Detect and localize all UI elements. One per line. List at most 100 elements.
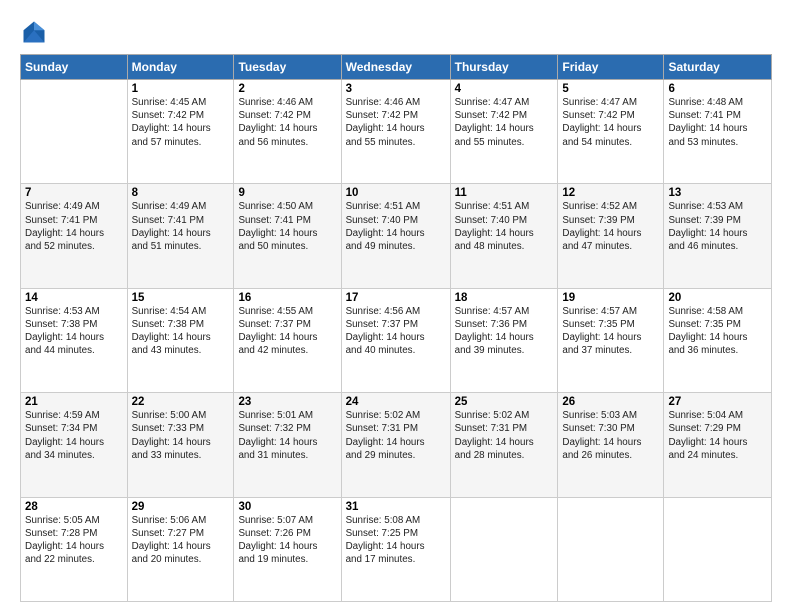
header bbox=[20, 18, 772, 46]
day-info: Sunrise: 4:47 AMSunset: 7:42 PMDaylight:… bbox=[562, 96, 659, 149]
day-cell: 10Sunrise: 4:51 AMSunset: 7:40 PMDayligh… bbox=[341, 184, 450, 288]
day-cell: 2Sunrise: 4:46 AMSunset: 7:42 PMDaylight… bbox=[234, 80, 341, 184]
day-cell: 19Sunrise: 4:57 AMSunset: 7:35 PMDayligh… bbox=[558, 288, 664, 392]
day-cell: 12Sunrise: 4:52 AMSunset: 7:39 PMDayligh… bbox=[558, 184, 664, 288]
day-info: Sunrise: 5:02 AMSunset: 7:31 PMDaylight:… bbox=[346, 409, 446, 462]
day-cell: 9Sunrise: 4:50 AMSunset: 7:41 PMDaylight… bbox=[234, 184, 341, 288]
day-number: 12 bbox=[562, 187, 659, 199]
week-row-2: 7Sunrise: 4:49 AMSunset: 7:41 PMDaylight… bbox=[21, 184, 772, 288]
day-cell: 1Sunrise: 4:45 AMSunset: 7:42 PMDaylight… bbox=[127, 80, 234, 184]
day-info: Sunrise: 4:57 AMSunset: 7:35 PMDaylight:… bbox=[562, 305, 659, 358]
day-cell: 30Sunrise: 5:07 AMSunset: 7:26 PMDayligh… bbox=[234, 497, 341, 601]
day-number: 8 bbox=[132, 187, 230, 199]
day-info: Sunrise: 4:53 AMSunset: 7:38 PMDaylight:… bbox=[25, 305, 123, 358]
day-cell: 5Sunrise: 4:47 AMSunset: 7:42 PMDaylight… bbox=[558, 80, 664, 184]
day-info: Sunrise: 5:05 AMSunset: 7:28 PMDaylight:… bbox=[25, 514, 123, 567]
day-info: Sunrise: 4:51 AMSunset: 7:40 PMDaylight:… bbox=[346, 200, 446, 253]
week-row-3: 14Sunrise: 4:53 AMSunset: 7:38 PMDayligh… bbox=[21, 288, 772, 392]
day-cell bbox=[664, 497, 772, 601]
day-number: 27 bbox=[668, 396, 767, 408]
day-number: 24 bbox=[346, 396, 446, 408]
day-cell bbox=[21, 80, 128, 184]
day-cell: 27Sunrise: 5:04 AMSunset: 7:29 PMDayligh… bbox=[664, 393, 772, 497]
day-cell: 11Sunrise: 4:51 AMSunset: 7:40 PMDayligh… bbox=[450, 184, 558, 288]
day-info: Sunrise: 4:55 AMSunset: 7:37 PMDaylight:… bbox=[238, 305, 336, 358]
day-number: 18 bbox=[455, 292, 554, 304]
day-number: 3 bbox=[346, 83, 446, 95]
day-cell: 14Sunrise: 4:53 AMSunset: 7:38 PMDayligh… bbox=[21, 288, 128, 392]
day-cell: 24Sunrise: 5:02 AMSunset: 7:31 PMDayligh… bbox=[341, 393, 450, 497]
day-number: 9 bbox=[238, 187, 336, 199]
day-cell: 13Sunrise: 4:53 AMSunset: 7:39 PMDayligh… bbox=[664, 184, 772, 288]
day-info: Sunrise: 4:49 AMSunset: 7:41 PMDaylight:… bbox=[132, 200, 230, 253]
day-cell bbox=[450, 497, 558, 601]
day-number: 22 bbox=[132, 396, 230, 408]
day-info: Sunrise: 5:06 AMSunset: 7:27 PMDaylight:… bbox=[132, 514, 230, 567]
day-header-sunday: Sunday bbox=[21, 55, 128, 80]
day-info: Sunrise: 4:46 AMSunset: 7:42 PMDaylight:… bbox=[238, 96, 336, 149]
day-number: 7 bbox=[25, 187, 123, 199]
day-info: Sunrise: 4:50 AMSunset: 7:41 PMDaylight:… bbox=[238, 200, 336, 253]
day-number: 1 bbox=[132, 83, 230, 95]
day-cell: 26Sunrise: 5:03 AMSunset: 7:30 PMDayligh… bbox=[558, 393, 664, 497]
day-cell: 18Sunrise: 4:57 AMSunset: 7:36 PMDayligh… bbox=[450, 288, 558, 392]
day-cell: 8Sunrise: 4:49 AMSunset: 7:41 PMDaylight… bbox=[127, 184, 234, 288]
day-cell: 20Sunrise: 4:58 AMSunset: 7:35 PMDayligh… bbox=[664, 288, 772, 392]
day-number: 23 bbox=[238, 396, 336, 408]
day-header-saturday: Saturday bbox=[664, 55, 772, 80]
day-cell: 17Sunrise: 4:56 AMSunset: 7:37 PMDayligh… bbox=[341, 288, 450, 392]
day-info: Sunrise: 4:59 AMSunset: 7:34 PMDaylight:… bbox=[25, 409, 123, 462]
calendar-header-row: SundayMondayTuesdayWednesdayThursdayFrid… bbox=[21, 55, 772, 80]
day-number: 20 bbox=[668, 292, 767, 304]
day-cell: 3Sunrise: 4:46 AMSunset: 7:42 PMDaylight… bbox=[341, 80, 450, 184]
day-info: Sunrise: 4:45 AMSunset: 7:42 PMDaylight:… bbox=[132, 96, 230, 149]
day-cell: 23Sunrise: 5:01 AMSunset: 7:32 PMDayligh… bbox=[234, 393, 341, 497]
day-number: 4 bbox=[455, 83, 554, 95]
day-cell: 22Sunrise: 5:00 AMSunset: 7:33 PMDayligh… bbox=[127, 393, 234, 497]
day-info: Sunrise: 5:01 AMSunset: 7:32 PMDaylight:… bbox=[238, 409, 336, 462]
day-cell: 6Sunrise: 4:48 AMSunset: 7:41 PMDaylight… bbox=[664, 80, 772, 184]
day-info: Sunrise: 4:47 AMSunset: 7:42 PMDaylight:… bbox=[455, 96, 554, 149]
day-cell: 28Sunrise: 5:05 AMSunset: 7:28 PMDayligh… bbox=[21, 497, 128, 601]
day-cell bbox=[558, 497, 664, 601]
day-cell: 16Sunrise: 4:55 AMSunset: 7:37 PMDayligh… bbox=[234, 288, 341, 392]
day-info: Sunrise: 5:02 AMSunset: 7:31 PMDaylight:… bbox=[455, 409, 554, 462]
day-number: 29 bbox=[132, 501, 230, 513]
day-header-tuesday: Tuesday bbox=[234, 55, 341, 80]
day-number: 16 bbox=[238, 292, 336, 304]
day-number: 5 bbox=[562, 83, 659, 95]
day-number: 21 bbox=[25, 396, 123, 408]
day-cell: 29Sunrise: 5:06 AMSunset: 7:27 PMDayligh… bbox=[127, 497, 234, 601]
day-header-wednesday: Wednesday bbox=[341, 55, 450, 80]
day-info: Sunrise: 4:54 AMSunset: 7:38 PMDaylight:… bbox=[132, 305, 230, 358]
day-number: 14 bbox=[25, 292, 123, 304]
day-number: 15 bbox=[132, 292, 230, 304]
day-header-thursday: Thursday bbox=[450, 55, 558, 80]
day-info: Sunrise: 4:52 AMSunset: 7:39 PMDaylight:… bbox=[562, 200, 659, 253]
day-cell: 4Sunrise: 4:47 AMSunset: 7:42 PMDaylight… bbox=[450, 80, 558, 184]
day-info: Sunrise: 4:58 AMSunset: 7:35 PMDaylight:… bbox=[668, 305, 767, 358]
day-number: 31 bbox=[346, 501, 446, 513]
day-cell: 7Sunrise: 4:49 AMSunset: 7:41 PMDaylight… bbox=[21, 184, 128, 288]
day-cell: 21Sunrise: 4:59 AMSunset: 7:34 PMDayligh… bbox=[21, 393, 128, 497]
day-number: 19 bbox=[562, 292, 659, 304]
day-info: Sunrise: 4:49 AMSunset: 7:41 PMDaylight:… bbox=[25, 200, 123, 253]
week-row-1: 1Sunrise: 4:45 AMSunset: 7:42 PMDaylight… bbox=[21, 80, 772, 184]
day-number: 6 bbox=[668, 83, 767, 95]
day-info: Sunrise: 5:04 AMSunset: 7:29 PMDaylight:… bbox=[668, 409, 767, 462]
logo-icon bbox=[20, 18, 48, 46]
day-number: 2 bbox=[238, 83, 336, 95]
day-cell: 15Sunrise: 4:54 AMSunset: 7:38 PMDayligh… bbox=[127, 288, 234, 392]
day-info: Sunrise: 4:48 AMSunset: 7:41 PMDaylight:… bbox=[668, 96, 767, 149]
day-info: Sunrise: 4:56 AMSunset: 7:37 PMDaylight:… bbox=[346, 305, 446, 358]
day-number: 10 bbox=[346, 187, 446, 199]
day-header-friday: Friday bbox=[558, 55, 664, 80]
week-row-4: 21Sunrise: 4:59 AMSunset: 7:34 PMDayligh… bbox=[21, 393, 772, 497]
day-cell: 31Sunrise: 5:08 AMSunset: 7:25 PMDayligh… bbox=[341, 497, 450, 601]
logo bbox=[20, 18, 52, 46]
day-number: 11 bbox=[455, 187, 554, 199]
day-number: 28 bbox=[25, 501, 123, 513]
week-row-5: 28Sunrise: 5:05 AMSunset: 7:28 PMDayligh… bbox=[21, 497, 772, 601]
day-number: 25 bbox=[455, 396, 554, 408]
day-info: Sunrise: 5:07 AMSunset: 7:26 PMDaylight:… bbox=[238, 514, 336, 567]
